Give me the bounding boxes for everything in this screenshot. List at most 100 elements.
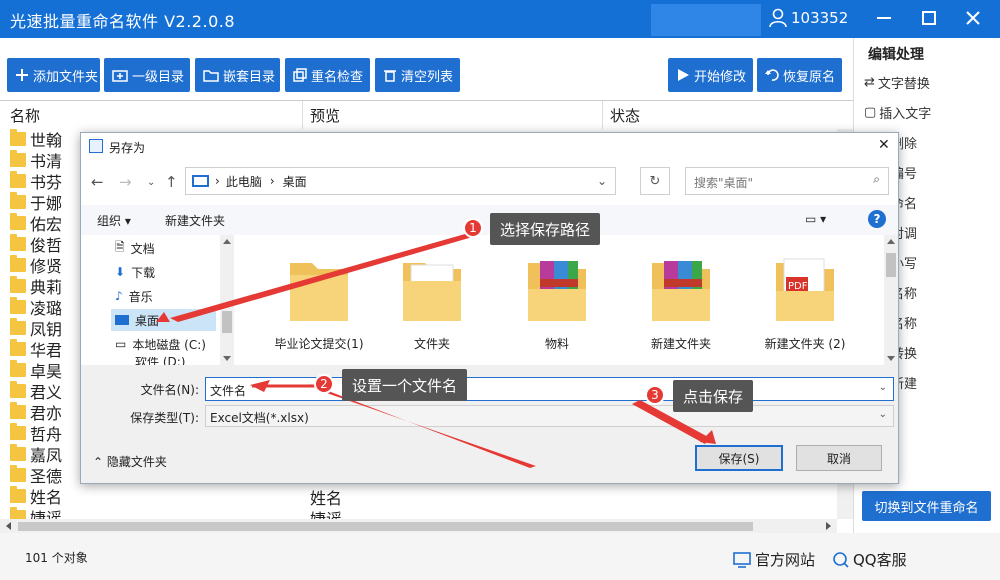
file-item-label: 毕业论文提交(1) <box>274 337 364 351</box>
download-icon: ⬇ <box>115 265 126 279</box>
folder-icon <box>284 249 354 327</box>
restore-name-button[interactable]: 恢复原名 <box>757 58 842 92</box>
breadcrumb-sep-icon: › <box>215 174 220 188</box>
hide-folders-label: 隐藏文件夹 <box>106 455 167 469</box>
breadcrumb-desktop[interactable]: 桌面 <box>283 173 307 190</box>
col-divider[interactable] <box>602 101 603 129</box>
nav-downloads[interactable]: ⬇ 下载 <box>111 261 216 283</box>
user-icon[interactable] <box>768 8 788 32</box>
filename-input[interactable]: 文件名 ⌄ <box>205 377 894 401</box>
new-folder-button[interactable]: 新建文件夹 <box>165 212 225 229</box>
desktop-icon <box>115 315 129 325</box>
breadcrumb-this-pc[interactable]: 此电脑 <box>226 173 262 190</box>
nested-dir-button[interactable]: 嵌套目录 <box>195 58 280 92</box>
nav-desktop[interactable]: 桌面 <box>111 309 216 331</box>
address-dropdown-icon[interactable]: ⌄ <box>597 174 607 188</box>
minimize-icon[interactable] <box>872 7 896 29</box>
filename-dropdown-icon[interactable]: ⌄ <box>879 382 887 393</box>
filetype-select[interactable]: Excel文档(*.xlsx) ⌄ <box>205 405 894 427</box>
nav-software-d[interactable]: 软件 (D:) <box>111 357 216 365</box>
rename-check-button[interactable]: 重名检查 <box>285 58 370 92</box>
nav-music[interactable]: ♪ 音乐 <box>111 285 216 307</box>
dialog-nav-pane: 🗎 文档 ⬇ 下载 ♪ 音乐 桌面 ▭ 本地磁盘 (C:) 软件 (D:) <box>81 235 236 365</box>
folder-icon <box>10 129 26 146</box>
chevron-up-icon: ⌃ <box>93 455 104 469</box>
clear-list-label: 清空列表 <box>401 69 454 85</box>
forward-arrow-icon[interactable]: → <box>119 173 132 191</box>
file-pane-scrollbar[interactable] <box>884 235 898 365</box>
file-item-new-folder[interactable]: 新建文件夹 <box>626 249 736 352</box>
cancel-button[interactable]: 取消 <box>796 445 882 471</box>
save-as-dialog: 另存为 ✕ ← → ⌄ ↑ › 此电脑 › 桌面 ⌄ ↻ 搜索"桌面" ⌕ 组织… <box>80 132 899 484</box>
folder-icon <box>10 444 26 461</box>
nav-pane-scrollbar[interactable] <box>220 235 234 365</box>
file-item-thesis[interactable]: 毕业论文提交(1) <box>264 249 374 352</box>
callout-badge-2: 2 <box>314 374 334 394</box>
search-input[interactable]: 搜索"桌面" ⌕ <box>685 167 889 195</box>
nav-label: 音乐 <box>128 289 153 304</box>
level1-dir-button[interactable]: 一级目录 <box>104 58 190 92</box>
insert-icon: ▢ <box>864 105 877 120</box>
breadcrumb-sep-icon: › <box>269 174 275 188</box>
filename-value: 文件名 <box>210 384 247 398</box>
nav-label: 桌面 <box>135 313 160 328</box>
add-folder-button[interactable]: 添加文件夹 <box>7 58 100 92</box>
rp-item-label: 插入文字 <box>879 107 932 122</box>
status-bar: 101 个对象 官方网站 QQ客服 <box>0 533 1000 580</box>
folder-icon <box>10 465 26 482</box>
callout-badge-3: 3 <box>645 385 665 405</box>
rename-check-label: 重名检查 <box>311 69 364 85</box>
callout-1: 选择保存路径 <box>490 213 601 245</box>
rp-insert-text[interactable]: ▢ 插入文字 <box>864 103 931 122</box>
archive-folder-icon <box>646 249 716 327</box>
col-header-name[interactable]: 名称 <box>10 105 40 126</box>
address-bar[interactable]: › 此电脑 › 桌面 ⌄ <box>185 167 616 195</box>
website-label: 官方网站 <box>755 551 816 569</box>
hide-folders-toggle[interactable]: ⌃ 隐藏文件夹 <box>93 453 167 470</box>
qq-support-link[interactable]: QQ客服 <box>830 549 907 570</box>
col-header-preview[interactable]: 预览 <box>310 105 340 126</box>
dialog-app-icon <box>89 139 103 153</box>
svg-text:PDF: PDF <box>788 281 808 292</box>
organize-label: 组织 <box>97 214 122 228</box>
clear-list-button[interactable]: 清空列表 <box>375 58 460 92</box>
list-horizontal-scrollbar[interactable] <box>0 519 837 534</box>
maximize-icon[interactable] <box>917 7 941 29</box>
filetype-label: 保存类型(T): <box>130 411 199 425</box>
folder-icon <box>10 402 26 419</box>
file-item-label: 新建文件夹 <box>650 337 711 351</box>
nav-local-disk-c[interactable]: ▭ 本地磁盘 (C:) <box>111 333 216 355</box>
swap-icon: ⇄ <box>864 75 875 90</box>
up-arrow-icon[interactable]: ↑ <box>165 173 178 191</box>
level1-dir-label: 一级目录 <box>132 69 185 85</box>
folder-icon <box>10 171 26 188</box>
refresh-button[interactable]: ↻ <box>640 167 670 195</box>
col-divider[interactable] <box>302 101 303 129</box>
rp-text-replace[interactable]: ⇄ 文字替换 <box>864 73 930 92</box>
back-arrow-icon[interactable]: ← <box>91 173 104 191</box>
start-modify-button[interactable]: 开始修改 <box>668 58 753 92</box>
file-item-materials[interactable]: 物料 <box>502 249 612 352</box>
filetype-dropdown-icon[interactable]: ⌄ <box>879 409 887 420</box>
folder-icon <box>10 255 26 272</box>
recent-dropdown-icon[interactable]: ⌄ <box>147 177 155 188</box>
dialog-bottom: 文件名(N): 文件名 ⌄ 保存类型(T): Excel文档(*.xlsx) ⌄… <box>81 365 898 483</box>
folder-icon <box>10 360 26 377</box>
nav-documents[interactable]: 🗎 文档 <box>111 237 216 259</box>
website-link[interactable]: 官方网站 <box>732 549 815 570</box>
filename-label: 文件名(N): <box>140 383 199 397</box>
save-button[interactable]: 保存(S) <box>695 445 783 471</box>
organize-button[interactable]: 组织 ▾ <box>97 212 131 229</box>
nav-label: 本地磁盘 (C:) <box>132 337 206 352</box>
file-item-new-folder-2[interactable]: PDF 新建文件夹 (2) <box>750 249 860 352</box>
file-item-folder[interactable]: 文件夹 <box>377 249 487 352</box>
switch-to-file-rename-button[interactable]: 切换到文件重命名 <box>862 491 991 521</box>
dialog-file-pane: 毕业论文提交(1) 文件夹 物料 新建文件夹 PDF 新建文件夹 (2) <box>236 235 881 365</box>
col-header-status[interactable]: 状态 <box>610 105 640 126</box>
close-icon[interactable] <box>961 7 985 29</box>
dialog-close-icon[interactable]: ✕ <box>878 137 890 153</box>
view-options-icon[interactable]: ▭ ▾ <box>805 212 826 226</box>
play-icon <box>678 69 689 81</box>
nav-label: 文档 <box>130 241 155 256</box>
help-icon[interactable]: ? <box>868 210 886 228</box>
